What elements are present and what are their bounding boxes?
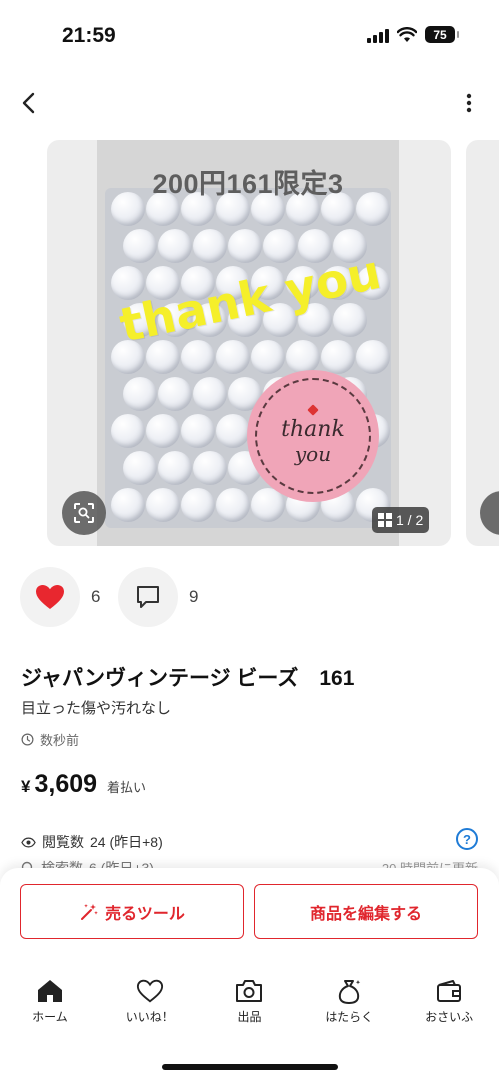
page-indicator-text: 1 / 2 [396,512,424,528]
eye-icon [21,836,36,848]
tab-list-item-label: 出品 [237,1010,262,1024]
heart-icon [136,979,163,1003]
views-value: 24 (昨日+8) [90,834,163,850]
status-bar: 21:59 75 [0,0,499,60]
battery-level: 75 [433,27,447,42]
currency-symbol: ¥ [21,777,31,796]
item-condition: 目立った傷や汚れなし [21,700,172,717]
wifi-icon [397,26,417,42]
engagement-row: 6 9 [20,567,480,627]
sticker-line-2: you [294,442,332,466]
home-indicator [162,1064,338,1070]
price-row: ¥ 3,609 着払い [21,770,146,799]
views-row: 閲覧数 24 (昨日+8) [21,832,163,852]
scan-icon [74,503,94,523]
back-button[interactable] [12,86,44,120]
tab-home-label: ホーム [32,1010,68,1024]
bead [158,377,192,411]
next-image-card[interactable] [466,140,499,546]
wallet-icon [437,980,462,1002]
money-bag-icon [339,980,361,1004]
bead [181,414,215,448]
home-icon [37,980,62,1002]
bead [111,414,145,448]
bead [216,414,250,448]
clock-icon [21,733,34,746]
tab-wallet[interactable]: おさいふ [399,978,499,1038]
help-button[interactable]: ? [456,828,478,850]
sticker-ring: thank you [255,378,371,494]
like-button[interactable] [20,567,80,627]
tab-likes[interactable]: いいね！ [100,978,200,1038]
comment-button[interactable] [118,567,178,627]
bead [228,229,262,263]
camera-icon [236,980,263,1002]
bead [286,340,320,374]
bead [193,451,227,485]
bead [321,340,355,374]
signal-icon [367,27,389,43]
bead [181,488,215,522]
bead [158,451,192,485]
tab-list-item[interactable]: 出品 [200,978,300,1038]
sell-tools-button[interactable]: 売るツール [20,884,244,939]
bead [123,229,157,263]
like-count: 6 [91,587,101,606]
bead [146,488,180,522]
bead [158,229,192,263]
comment-icon [137,586,159,608]
edit-item-button[interactable]: 商品を編集する [254,884,478,939]
bead [146,414,180,448]
tab-likes-label: いいね！ [125,1010,174,1024]
price-value: 3,609 [34,770,98,798]
bead [216,340,250,374]
thank-you-sticker: thank you [247,370,379,502]
photo-overlay-text: 200円161限定3 [152,169,344,199]
image-card[interactable]: 200円161限定3 thank you thank you 1 / 2 [47,140,451,546]
page-indicator: 1 / 2 [372,507,430,533]
image-search-button[interactable] [62,491,106,535]
battery-icon: 75 [425,26,459,43]
sticker-heart-icon [307,404,319,416]
edit-item-label: 商品を編集する [309,905,422,923]
views-label: 閲覧数 [42,834,84,850]
status-time: 21:59 [62,24,116,47]
grid-icon [378,513,392,527]
bead [263,229,297,263]
tab-work-label: はたらく [325,1010,374,1024]
shipping-note: 着払い [107,780,147,795]
tab-bar: ホーム いいね！ 出品 はたらく おさいふ [0,978,499,1038]
bead [193,229,227,263]
image-carousel[interactable]: 200円161限定3 thank you thank you 1 / 2 [0,140,499,548]
heart-filled-icon [36,585,64,609]
comment-count: 9 [189,587,199,606]
product-photo: 200円161限定3 thank you thank you [97,140,399,546]
tab-home[interactable]: ホーム [0,978,100,1038]
tab-work[interactable]: はたらく [299,978,399,1038]
more-vertical-icon [466,93,472,113]
bead [251,340,285,374]
bottom-action-sheet: 売るツール 商品を編集する ホーム いいね！ 出品 はたらく おさいふ [0,868,499,1080]
tab-wallet-label: おさいふ [425,1010,474,1024]
posted-time: 数秒前 [21,730,79,749]
chevron-left-icon [22,92,35,114]
more-options-button[interactable] [457,86,481,120]
bead [123,451,157,485]
bead [356,340,390,374]
sell-tools-label: 売るツール [105,905,185,923]
bead [111,488,145,522]
bead [193,377,227,411]
next-image-search-button[interactable] [480,491,499,535]
bead [181,340,215,374]
bead [216,488,250,522]
status-icons: 75 [367,26,459,43]
magic-wand-icon [81,903,98,920]
bead [123,377,157,411]
posted-time-text: 数秒前 [40,733,80,748]
item-title: ジャパンヴィンテージ ビーズ 161 [21,667,355,690]
sticker-line-1: thank [281,417,345,442]
top-nav [0,80,499,126]
